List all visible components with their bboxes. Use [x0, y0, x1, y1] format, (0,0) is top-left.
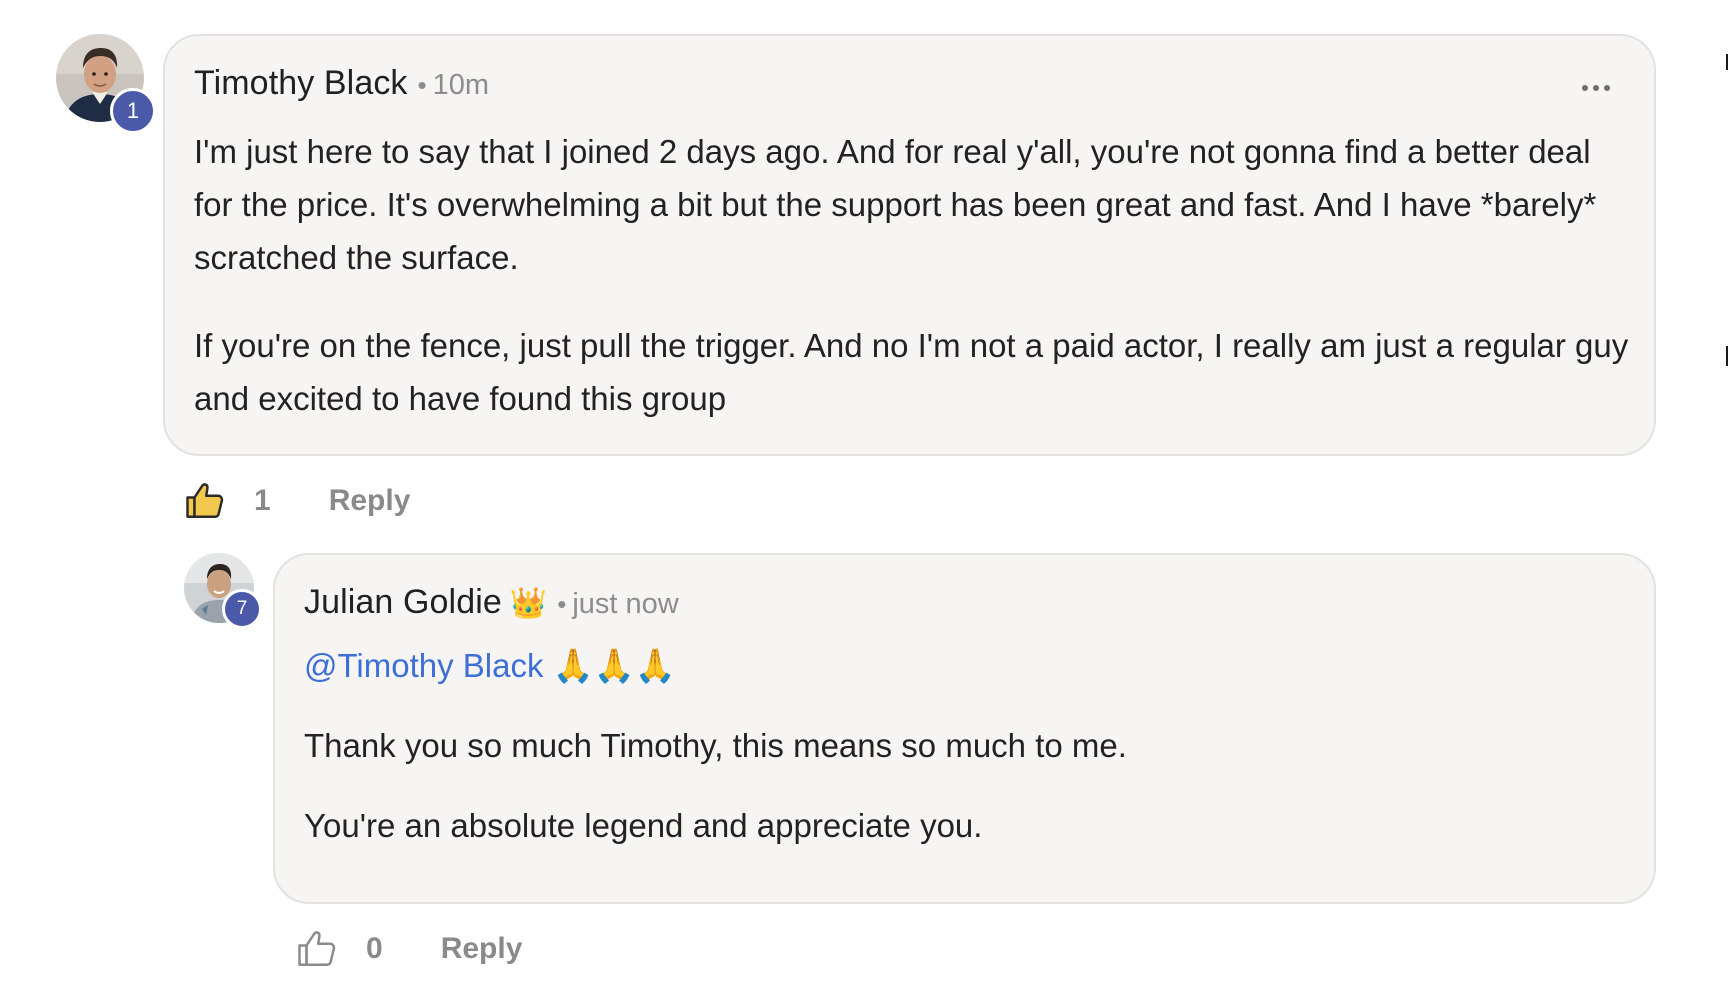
- reply-paragraph: You're an absolute legend and appreciate…: [304, 807, 983, 844]
- comment-timestamp: 10m: [432, 69, 490, 101]
- comment-paragraph: I'm just here to say that I joined 2 day…: [194, 133, 1597, 276]
- like-count: 1: [254, 484, 271, 517]
- reply-bubble: Julian Goldie 👑 • just now @Timothy Blac…: [273, 553, 1656, 904]
- author-name[interactable]: Timothy Black: [194, 64, 408, 103]
- comment-actions: 1 Reply: [184, 478, 410, 524]
- separator-dot: •: [557, 589, 567, 619]
- mention-link[interactable]: @Timothy Black: [304, 647, 544, 684]
- reply-mention-line: @Timothy Black 🙏🙏🙏: [304, 639, 1634, 692]
- reply-button[interactable]: Reply: [329, 484, 411, 518]
- reply-timestamp: just now: [572, 588, 679, 620]
- crown-icon: 👑: [509, 587, 548, 620]
- reply-header: Julian Goldie 👑 • just now: [304, 583, 679, 622]
- author-name[interactable]: Julian Goldie: [304, 583, 502, 622]
- comment-paragraph: If you're on the fence, just pull the tr…: [194, 327, 1629, 417]
- reply-button[interactable]: Reply: [441, 932, 523, 966]
- avatar-timothy-black[interactable]: 1: [56, 34, 156, 134]
- level-badge: 1: [110, 88, 156, 134]
- avatar-julian-goldie[interactable]: 7: [184, 553, 262, 629]
- comment-header: Timothy Black • 10m: [194, 64, 489, 103]
- more-options-button[interactable]: [1582, 85, 1610, 91]
- thumbs-up-icon[interactable]: [296, 928, 338, 970]
- separator-dot: •: [417, 70, 427, 100]
- reply-paragraph: Thank you so much Timothy, this means so…: [304, 727, 1127, 764]
- level-badge: 7: [222, 589, 262, 629]
- like-count: 0: [366, 932, 383, 965]
- thumbs-up-icon[interactable]: [184, 480, 226, 522]
- reply-actions: 0 Reply: [296, 926, 522, 972]
- more-horizontal-icon: [1582, 85, 1588, 91]
- praying-hands-emoji: 🙏🙏🙏: [552, 647, 676, 684]
- comment-bubble: Timothy Black • 10m I'm just here to say…: [163, 34, 1656, 456]
- comment-thread: 1 Timothy Black • 10m I'm just here to s…: [0, 0, 1728, 1004]
